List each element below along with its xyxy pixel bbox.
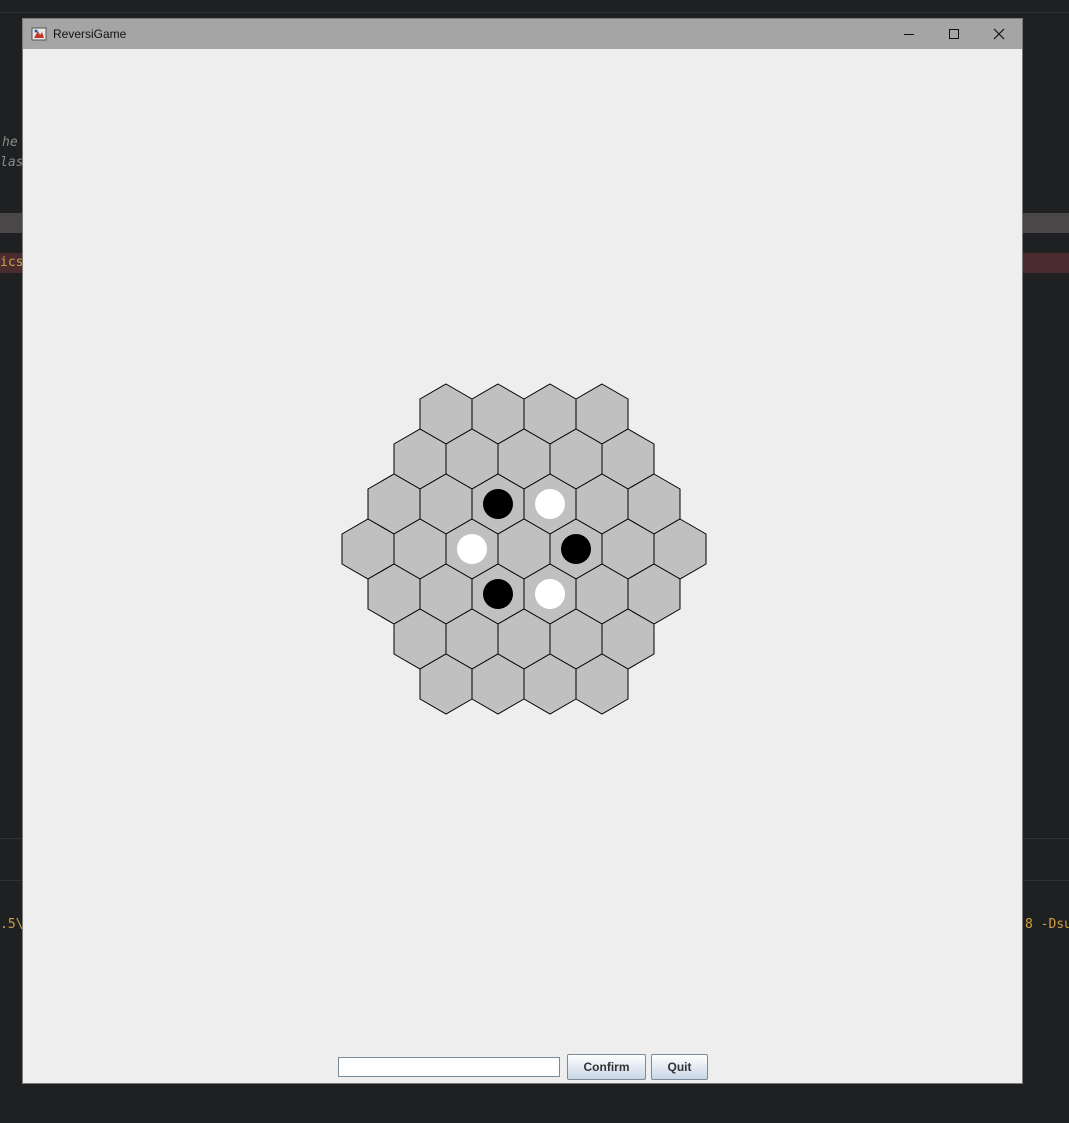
confirm-button[interactable]: Confirm [567, 1054, 646, 1080]
black-piece [483, 579, 513, 609]
bg-divider [0, 12, 1069, 13]
quit-button[interactable]: Quit [651, 1054, 708, 1080]
white-piece [457, 534, 487, 564]
black-piece [561, 534, 591, 564]
white-piece [535, 579, 565, 609]
move-input[interactable] [338, 1057, 560, 1077]
white-piece [535, 489, 565, 519]
black-piece [483, 489, 513, 519]
bg-code-text: ics [0, 255, 24, 270]
hex-game-board[interactable] [23, 19, 1022, 1083]
bg-console-text: .5\ [0, 917, 24, 932]
bg-code-text: he [2, 135, 18, 150]
app-window: ReversiGame Confirm Quit [22, 18, 1023, 1084]
bg-code-text: las [0, 155, 24, 170]
bg-console-text: 8 -Dsu [1025, 917, 1069, 932]
